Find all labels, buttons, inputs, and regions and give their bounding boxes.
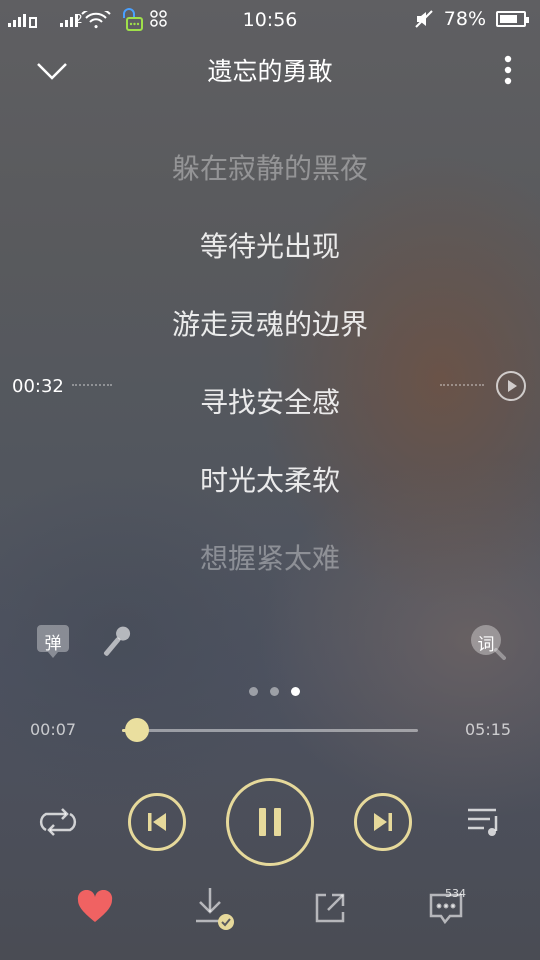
- microphone-icon: [103, 626, 131, 656]
- playlist-button[interactable]: [466, 806, 504, 838]
- danmaku-button[interactable]: 弹: [36, 624, 70, 660]
- mute-icon: [415, 10, 433, 28]
- progress-track[interactable]: [122, 729, 418, 732]
- page-dot[interactable]: [270, 687, 279, 696]
- page-dot[interactable]: [249, 687, 258, 696]
- share-icon: [315, 893, 345, 923]
- heart-icon: [77, 890, 113, 922]
- playlist-icon: [468, 808, 498, 836]
- seek-guide-left: [72, 384, 112, 386]
- comment-count: 534: [445, 887, 466, 900]
- danmaku-label: 弹: [44, 634, 62, 654]
- lyrics-button[interactable]: 词: [470, 624, 506, 660]
- battery-icon: [496, 11, 529, 27]
- status-bar: 2 10:56 78%: [0, 0, 540, 38]
- progress-knob[interactable]: [124, 718, 149, 742]
- microphone-button[interactable]: [96, 622, 136, 662]
- previous-button[interactable]: [128, 793, 186, 851]
- repeat-button[interactable]: [38, 806, 78, 838]
- more-options-button[interactable]: [496, 52, 520, 88]
- status-right: 78%: [414, 8, 529, 30]
- next-button[interactable]: [354, 793, 412, 851]
- lyric-line[interactable]: 想握紧太难: [0, 537, 540, 577]
- pause-icon: [259, 808, 281, 836]
- lyric-line[interactable]: 等待光出现: [0, 225, 540, 265]
- more-vertical-icon: [504, 55, 512, 85]
- lyrics-label: 词: [477, 635, 495, 655]
- play-pause-button[interactable]: [226, 778, 314, 866]
- battery-percent: 78%: [443, 8, 486, 30]
- skip-previous-icon: [148, 813, 166, 831]
- lyric-line-current[interactable]: 寻找安全感: [0, 381, 540, 421]
- total-time: 05:15: [465, 720, 512, 739]
- lyric-line[interactable]: 躲在寂静的黑夜: [0, 147, 540, 187]
- lyric-seek-time: 00:32: [12, 376, 64, 397]
- battery-fill: [500, 15, 518, 23]
- download-button[interactable]: [192, 884, 238, 934]
- play-circle-icon: [496, 371, 526, 401]
- lyric-seek-play-button[interactable]: [495, 370, 527, 402]
- page-dot[interactable]: [291, 687, 300, 696]
- lyric-line[interactable]: 时光太柔软: [0, 459, 540, 499]
- repeat-icon: [39, 808, 77, 836]
- like-button[interactable]: [76, 890, 114, 924]
- seek-guide-right: [440, 384, 484, 386]
- current-time: 00:07: [30, 720, 77, 739]
- skip-next-icon: [374, 813, 392, 831]
- share-button[interactable]: [312, 890, 348, 926]
- song-title: 遗忘的勇敢: [207, 57, 333, 86]
- downloaded-icon: [196, 888, 234, 930]
- lyric-line[interactable]: 游走灵魂的边界: [0, 303, 540, 343]
